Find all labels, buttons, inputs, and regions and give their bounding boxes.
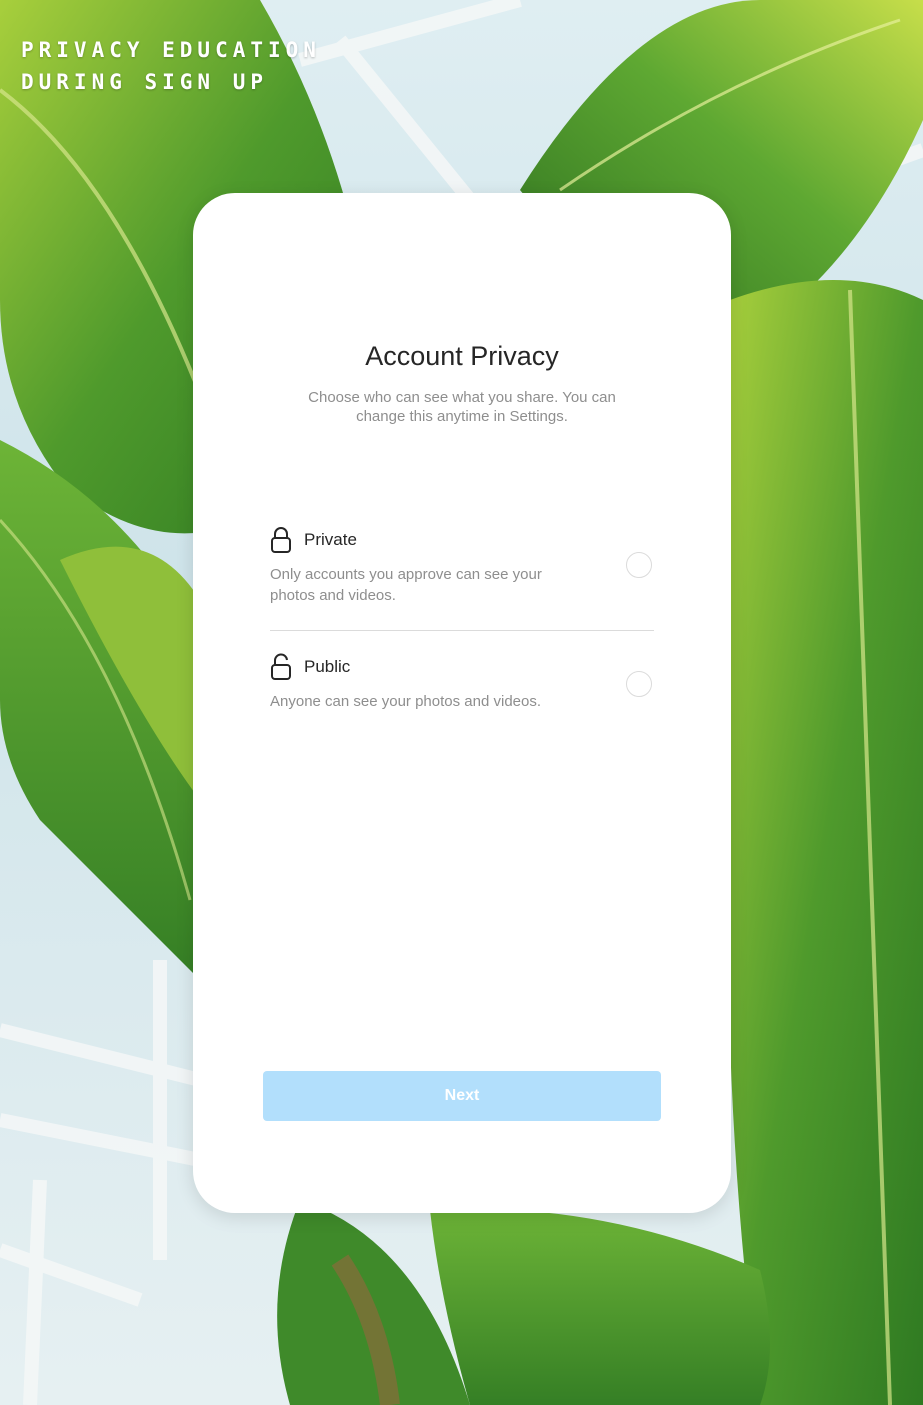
- phone-screen: Account Privacy Choose who can see what …: [193, 193, 731, 1213]
- option-public-label: Public: [304, 657, 351, 676]
- option-private-description: Only accounts you approve can see your p…: [270, 566, 542, 604]
- caption: Privacy Education During Sign Up: [21, 34, 321, 98]
- option-public[interactable]: Public Anyone can see your photos and vi…: [270, 653, 654, 712]
- option-divider: [270, 630, 654, 631]
- caption-line-2: During Sign Up: [21, 70, 269, 94]
- option-public-description: Anyone can see your photos and videos.: [270, 693, 542, 710]
- page-subtitle: Choose who can see what you share. You c…: [308, 389, 616, 425]
- option-private[interactable]: Private Only accounts you approve can se…: [270, 526, 654, 606]
- next-button[interactable]: Next: [263, 1071, 661, 1121]
- caption-line-1: Privacy Education: [21, 38, 321, 62]
- radio-private[interactable]: [626, 552, 652, 578]
- unlock-icon: [270, 653, 292, 681]
- option-private-label: Private: [304, 530, 357, 549]
- lock-icon: [270, 526, 292, 554]
- page-title: Account Privacy: [365, 341, 559, 371]
- radio-public[interactable]: [626, 671, 652, 697]
